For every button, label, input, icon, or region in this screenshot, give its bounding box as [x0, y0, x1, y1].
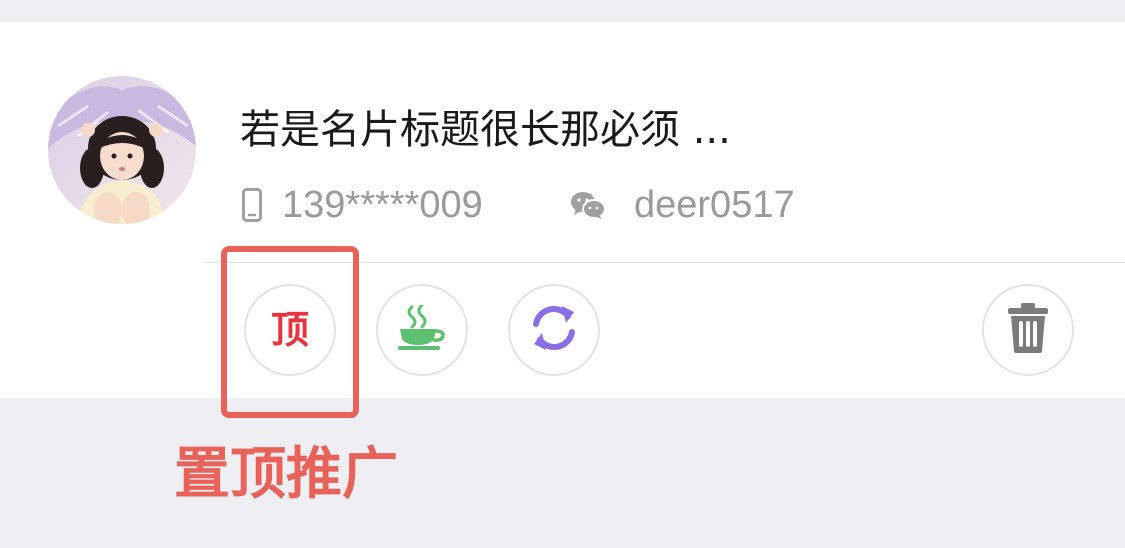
- highlight-box: [221, 246, 359, 418]
- tea-cup-icon: [396, 303, 448, 355]
- mobile-phone-icon: [242, 188, 262, 222]
- trash-icon: [1006, 302, 1050, 358]
- annotation-label: 置顶推广: [174, 442, 398, 507]
- wechat-info: deer0517: [570, 180, 795, 230]
- delete-button[interactable]: [982, 284, 1074, 376]
- wechat-id: deer0517: [634, 183, 795, 226]
- phone-info: 139*****009: [242, 180, 483, 230]
- wechat-icon: [570, 190, 606, 220]
- avatar-photo: [48, 76, 196, 224]
- refresh-icon: [528, 302, 580, 358]
- phone-number: 139*****009: [282, 183, 483, 226]
- tea-button[interactable]: [376, 284, 468, 376]
- contact-card[interactable]: 若是名片标题很长那必须 ... 139*****009 deer0517 顶: [0, 22, 1125, 398]
- avatar[interactable]: [48, 76, 196, 224]
- refresh-button[interactable]: [508, 284, 600, 376]
- card-title: 若是名片标题很长那必须 ...: [240, 107, 731, 153]
